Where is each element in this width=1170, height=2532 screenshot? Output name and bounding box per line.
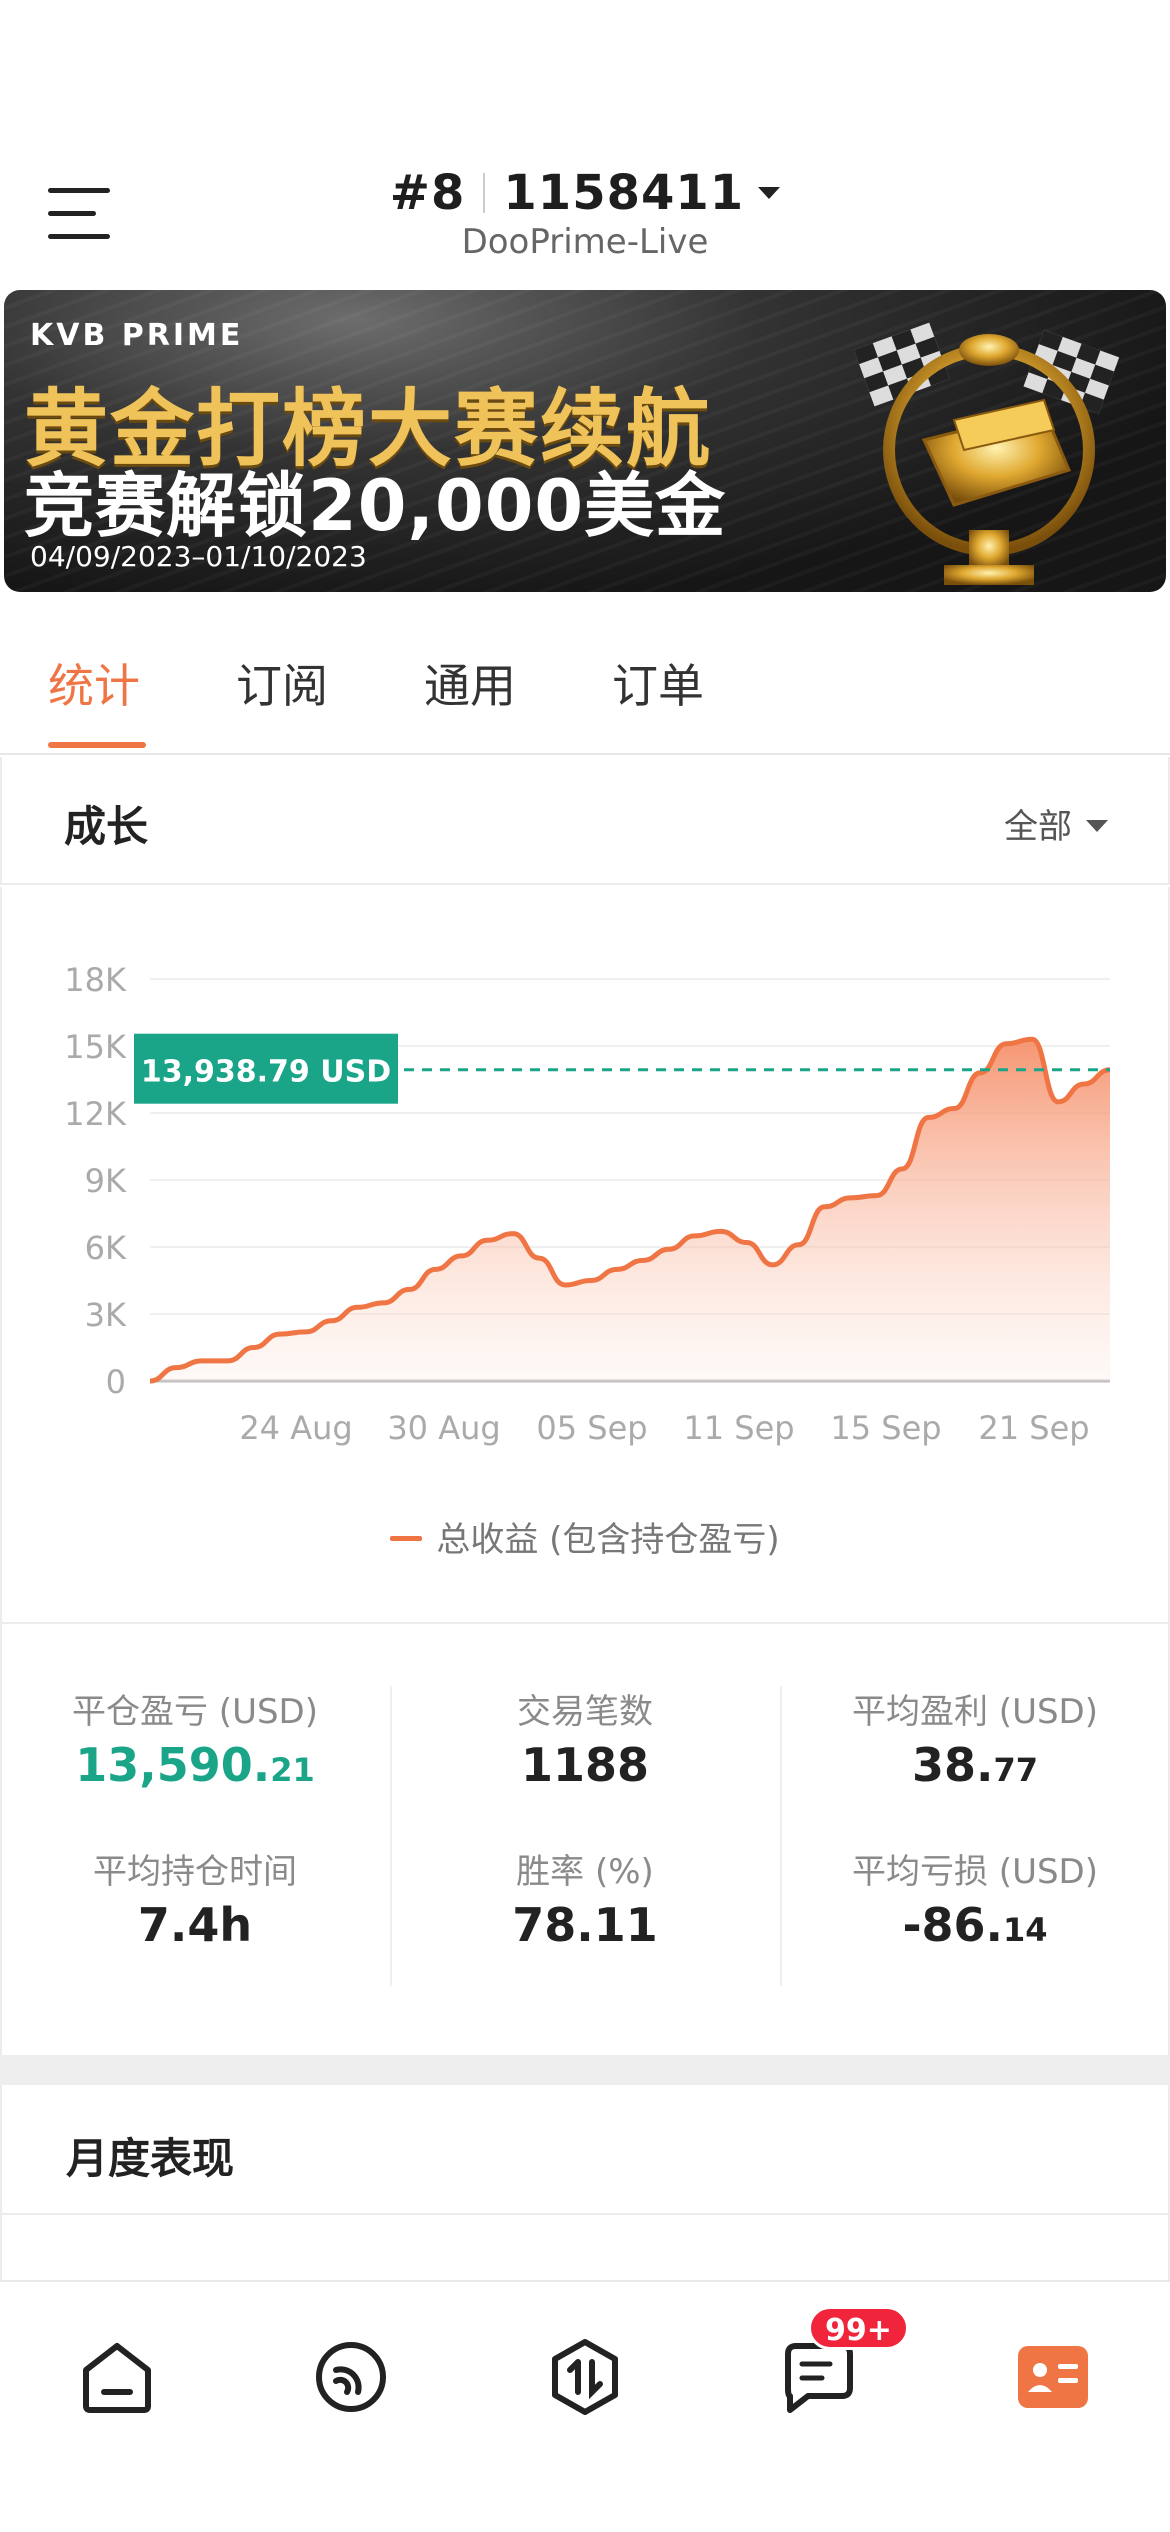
reference-label: 13,938.79 USD — [141, 1055, 391, 1090]
chart-legend: 总收益 (包含持仓盈亏) — [0, 1512, 1170, 1561]
legend-swatch — [390, 1536, 423, 1541]
avg-profit-int: 38. — [911, 1738, 994, 1792]
stat-column-left: 平仓盈亏 (USD) 13,590.21 平均持仓时间 7.4h — [2, 1684, 388, 2004]
tab-subscribe[interactable]: 订阅 — [236, 650, 328, 716]
avg-profit-dec: 77 — [993, 1751, 1039, 1789]
range-filter[interactable]: 全部 — [1004, 799, 1108, 848]
monthly-title: 月度表现 — [66, 2134, 235, 2183]
caret-down-icon — [1086, 820, 1108, 832]
trophy-icon — [854, 322, 1120, 585]
y-tick-label: 3K — [85, 1296, 127, 1334]
trades-label: 交易笔数 — [517, 1692, 653, 1732]
avg-loss-int: -86. — [902, 1898, 1004, 1952]
signal-icon[interactable] — [306, 2332, 396, 2422]
caret-down-icon — [758, 187, 781, 199]
stat-column-right: 平均盈利 (USD) 38.77 平均亏损 (USD) -86.14 — [782, 1684, 1168, 2004]
tab-bar: 统计 订阅 通用 订单 — [0, 610, 1170, 755]
y-tick-label: 15K — [64, 1028, 127, 1066]
tab-stats[interactable]: 统计 — [48, 650, 140, 716]
growth-header: 成长 全部 — [0, 757, 1170, 885]
y-tick-label: 12K — [64, 1095, 127, 1133]
closed-pnl-int: 13,590. — [75, 1738, 271, 1792]
y-tick-label: 6K — [85, 1229, 127, 1267]
tab-general[interactable]: 通用 — [424, 650, 516, 716]
legend-label: 总收益 (包含持仓盈亏) — [436, 1520, 780, 1560]
x-tick-label: 15 Sep — [830, 1409, 941, 1447]
closed-pnl-value: 13,590.21 — [2, 1738, 388, 1798]
account-selector[interactable]: #8 1158411 — [0, 165, 1170, 221]
win-rate-label: 胜率 (%) — [516, 1852, 654, 1892]
home-icon[interactable] — [72, 2332, 162, 2422]
closed-pnl-label: 平仓盈亏 (USD) — [72, 1692, 318, 1732]
avg-loss-label: 平均亏损 (USD) — [852, 1852, 1098, 1892]
profile-icon[interactable] — [1008, 2332, 1098, 2422]
stats-panel: 平仓盈亏 (USD) 13,590.21 平均持仓时间 7.4h 交易笔数 11… — [0, 1622, 1170, 2057]
monthly-performance-header: 月度表现 — [0, 2085, 1170, 2215]
avg-hold-label: 平均持仓时间 — [93, 1852, 297, 1892]
tab-orders[interactable]: 订单 — [612, 650, 704, 716]
message-badge: 99+ — [808, 2306, 909, 2350]
y-tick-label: 0 — [106, 1363, 126, 1401]
closed-pnl-dec: 21 — [270, 1751, 315, 1789]
rank-label: #8 — [389, 165, 466, 221]
section-gap — [0, 2055, 1170, 2085]
banner-brand: KVB PRIME — [30, 318, 244, 353]
x-tick-label: 24 Aug — [239, 1409, 352, 1447]
avg-profit-value: 38.77 — [782, 1738, 1168, 1798]
server-name: DooPrime-Live — [461, 222, 709, 262]
trade-icon[interactable] — [540, 2332, 630, 2422]
range-filter-label: 全部 — [1004, 807, 1072, 847]
y-tick-label: 18K — [64, 961, 127, 999]
avg-loss-value: -86.14 — [782, 1898, 1168, 1958]
x-tick-label: 05 Sep — [536, 1409, 647, 1447]
x-tick-label: 21 Sep — [978, 1409, 1089, 1447]
x-tick-label: 30 Aug — [387, 1409, 500, 1447]
promo-banner[interactable]: KVB PRIME 黄金打榜大赛续航 竞赛解锁20,000美金 04/09/20… — [4, 290, 1166, 592]
growth-title: 成长 — [64, 802, 149, 851]
bottom-nav: 99+ — [0, 2280, 1170, 2532]
banner-dates: 04/09/2023–01/10/2023 — [30, 540, 367, 573]
x-tick-label: 11 Sep — [683, 1409, 794, 1447]
account-number: 1158411 — [503, 165, 745, 221]
stat-column-middle: 交易笔数 1188 胜率 (%) 78.11 — [392, 1684, 778, 2004]
separator — [483, 173, 486, 213]
win-rate-value: 78.11 — [512, 1898, 658, 1952]
avg-loss-dec: 14 — [1003, 1911, 1048, 1949]
avg-hold-value: 7.4h — [137, 1898, 253, 1952]
monthly-content — [0, 2215, 1170, 2280]
trades-value: 1188 — [520, 1738, 650, 1792]
active-tab-indicator — [48, 742, 146, 748]
avg-profit-label: 平均盈利 (USD) — [852, 1692, 1098, 1732]
header: #8 1158411 DooPrime-Live — [0, 0, 1170, 285]
y-tick-label: 9K — [85, 1162, 127, 1200]
banner-subtitle: 竞赛解锁20,000美金 — [24, 465, 727, 547]
